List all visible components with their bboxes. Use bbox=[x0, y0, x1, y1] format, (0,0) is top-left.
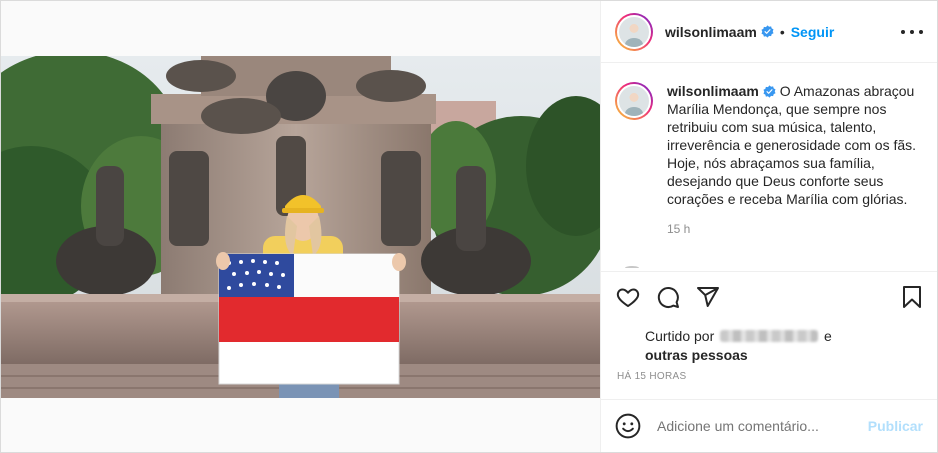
author-username[interactable]: wilsonlimaam bbox=[665, 24, 757, 40]
heart-icon[interactable] bbox=[615, 284, 641, 310]
comments-section: wilsonlimaam O Amazonas abraçou Marília … bbox=[601, 64, 937, 270]
caption-time: 15 h bbox=[667, 222, 691, 236]
emoji-icon[interactable] bbox=[615, 413, 641, 439]
liked-by-others-link[interactable]: outras pessoas bbox=[645, 347, 748, 363]
liked-by-prefix: Curtido por bbox=[645, 328, 715, 344]
more-options-icon[interactable] bbox=[901, 23, 923, 41]
instagram-post: wilsonlimaam • Seguir wilsonlimaam O Ama… bbox=[0, 0, 938, 453]
verified-badge-icon bbox=[761, 25, 774, 38]
post-header: wilsonlimaam • Seguir bbox=[601, 1, 937, 63]
follow-button[interactable]: Seguir bbox=[791, 24, 835, 40]
avatar-image bbox=[617, 84, 651, 118]
avatar-image bbox=[617, 14, 651, 49]
caption: wilsonlimaam O Amazonas abraçou Marília … bbox=[667, 82, 923, 208]
verified-badge-icon bbox=[763, 85, 776, 98]
comment-icon[interactable] bbox=[655, 284, 681, 310]
caption-text: O Amazonas abraçou Marília Mendonça, que… bbox=[667, 83, 917, 207]
caption-row: wilsonlimaam O Amazonas abraçou Marília … bbox=[615, 82, 923, 208]
add-comment-bar: Publicar bbox=[601, 399, 937, 452]
post-photo[interactable] bbox=[1, 56, 601, 398]
caption-username[interactable]: wilsonlimaam bbox=[667, 83, 759, 99]
next-comment-avatar bbox=[625, 266, 639, 270]
post-sidebar: wilsonlimaam • Seguir wilsonlimaam O Ama… bbox=[601, 1, 937, 452]
bookmark-icon[interactable] bbox=[899, 284, 925, 310]
post-media[interactable] bbox=[1, 1, 601, 452]
share-icon[interactable] bbox=[695, 284, 721, 310]
caption-avatar[interactable] bbox=[615, 82, 653, 120]
action-bar bbox=[601, 271, 937, 321]
comment-input[interactable] bbox=[657, 418, 860, 434]
likes-summary: Curtido por e outras pessoas bbox=[645, 327, 832, 365]
author-avatar[interactable] bbox=[615, 12, 653, 51]
post-timestamp[interactable]: HÁ 15 HORAS bbox=[617, 371, 686, 382]
separator-dot: • bbox=[779, 23, 785, 40]
publish-button[interactable]: Publicar bbox=[868, 418, 923, 434]
liked-by-suffix: e bbox=[824, 328, 832, 344]
blurred-username bbox=[720, 330, 819, 342]
